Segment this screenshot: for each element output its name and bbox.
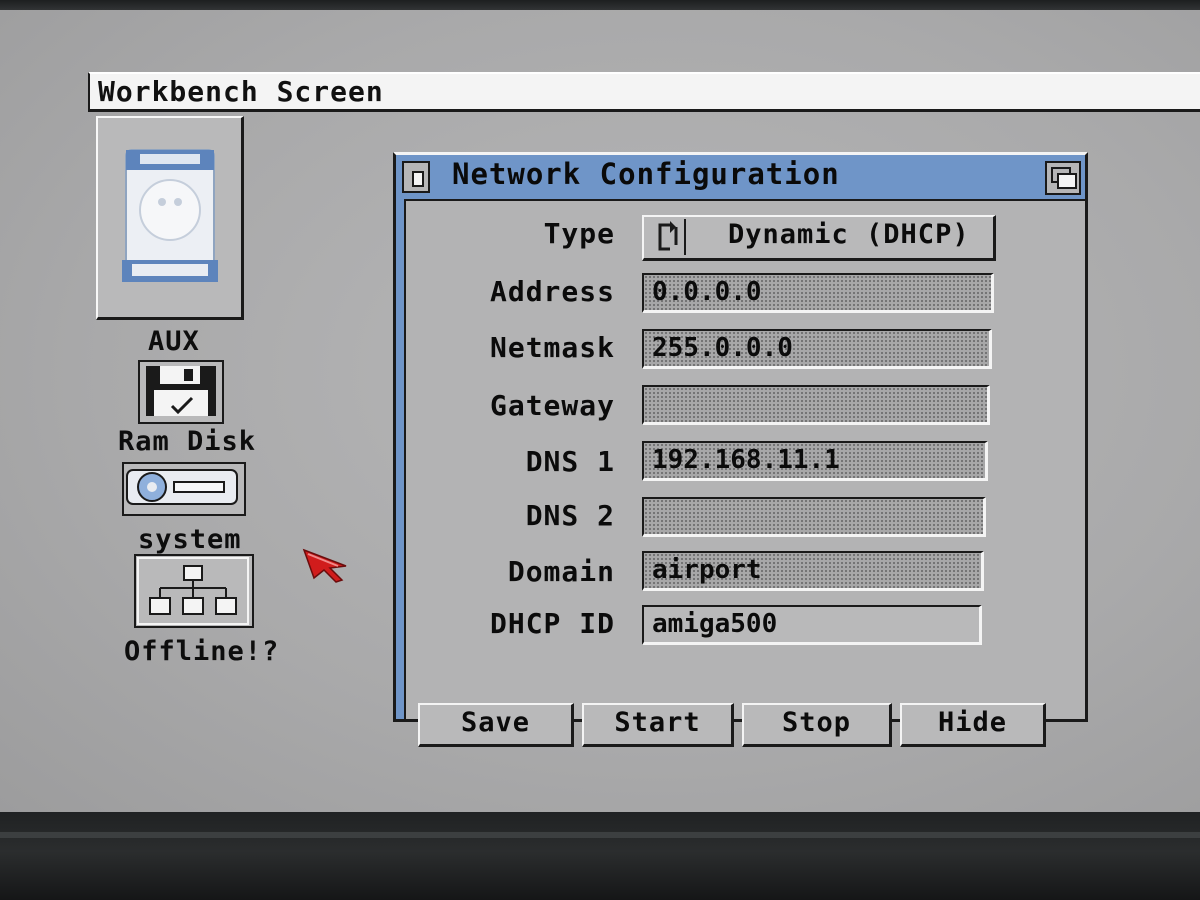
window-title-bar[interactable]: Network Configuration <box>396 155 1085 201</box>
hide-button[interactable]: Hide <box>900 703 1046 747</box>
mouse-pointer-icon <box>302 548 347 583</box>
window-content: Type Dynamic (DHCP) Address 0.0.0.0 Netm… <box>404 199 1085 747</box>
dns2-field[interactable] <box>642 497 986 537</box>
address-field[interactable]: 0.0.0.0 <box>642 273 994 313</box>
floppy-disk-icon <box>138 360 224 424</box>
network-configuration-window: Network Configuration Type Dynamic (DHCP… <box>393 152 1088 747</box>
dns1-field[interactable]: 192.168.11.1 <box>642 441 988 481</box>
dns2-label: DNS 2 <box>525 499 615 532</box>
icon-label: AUX <box>148 326 200 357</box>
netmask-label: Netmask <box>489 331 615 364</box>
icon-label: Offline!? <box>124 636 280 667</box>
gateway-field[interactable] <box>642 385 990 425</box>
domain-label: Domain <box>507 555 615 588</box>
close-gadget-icon[interactable] <box>402 161 430 193</box>
cycle-arrow-icon <box>658 219 686 255</box>
start-button[interactable]: Start <box>582 703 734 747</box>
dhcp-id-label: DHCP ID <box>489 607 615 640</box>
window-title: Network Configuration <box>452 157 840 191</box>
workbench-screen: Workbench Screen AUX Ram Disk system Off… <box>0 10 1200 815</box>
monitor-bezel-bottom <box>0 812 1200 900</box>
save-button[interactable]: Save <box>418 703 574 747</box>
domain-field[interactable]: airport <box>642 551 984 591</box>
dhcp-id-field[interactable]: amiga500 <box>642 605 982 645</box>
icon-label: Ram Disk <box>118 426 257 457</box>
harddisk-icon <box>122 149 218 282</box>
type-cycle-gadget[interactable]: Dynamic (DHCP) <box>642 215 996 261</box>
netmask-field[interactable]: 255.0.0.0 <box>642 329 992 369</box>
icon-label: system <box>138 524 242 555</box>
window-border <box>396 199 404 719</box>
network-icon <box>134 554 254 628</box>
gateway-label: Gateway <box>489 389 615 422</box>
drive-icon <box>122 462 246 516</box>
type-value: Dynamic (DHCP) <box>728 219 970 250</box>
stop-button[interactable]: Stop <box>742 703 892 747</box>
type-label: Type <box>543 217 615 250</box>
depth-gadget-icon[interactable] <box>1045 161 1081 195</box>
screen-title-bar[interactable]: Workbench Screen <box>88 72 1200 112</box>
address-label: Address <box>489 275 615 308</box>
screen-title: Workbench Screen <box>98 75 384 108</box>
dns1-label: DNS 1 <box>525 445 615 478</box>
